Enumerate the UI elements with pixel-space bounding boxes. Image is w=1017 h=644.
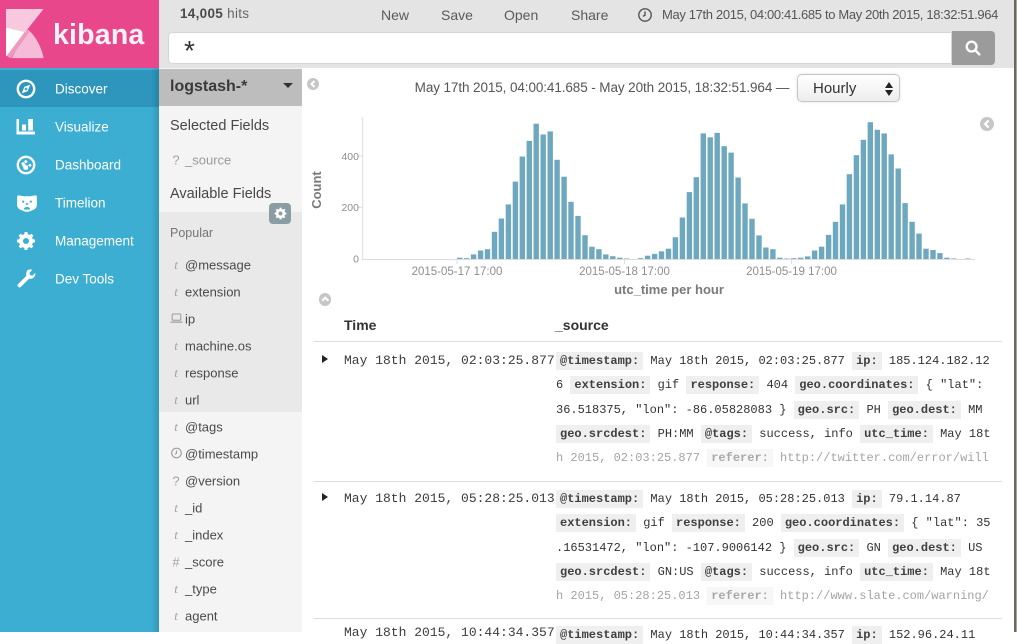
svg-text:2015-05-17 17:00: 2015-05-17 17:00 <box>412 266 503 278</box>
svg-text:2015-05-19 17:00: 2015-05-19 17:00 <box>746 266 837 278</box>
svg-text:utc_time per hour: utc_time per hour <box>614 282 724 297</box>
svg-text:400: 400 <box>341 151 359 163</box>
svg-text:2015-05-18 17:00: 2015-05-18 17:00 <box>579 266 670 278</box>
svg-text:0: 0 <box>353 253 359 265</box>
svg-text:Count: Count <box>309 171 324 209</box>
svg-text:200: 200 <box>341 202 359 214</box>
